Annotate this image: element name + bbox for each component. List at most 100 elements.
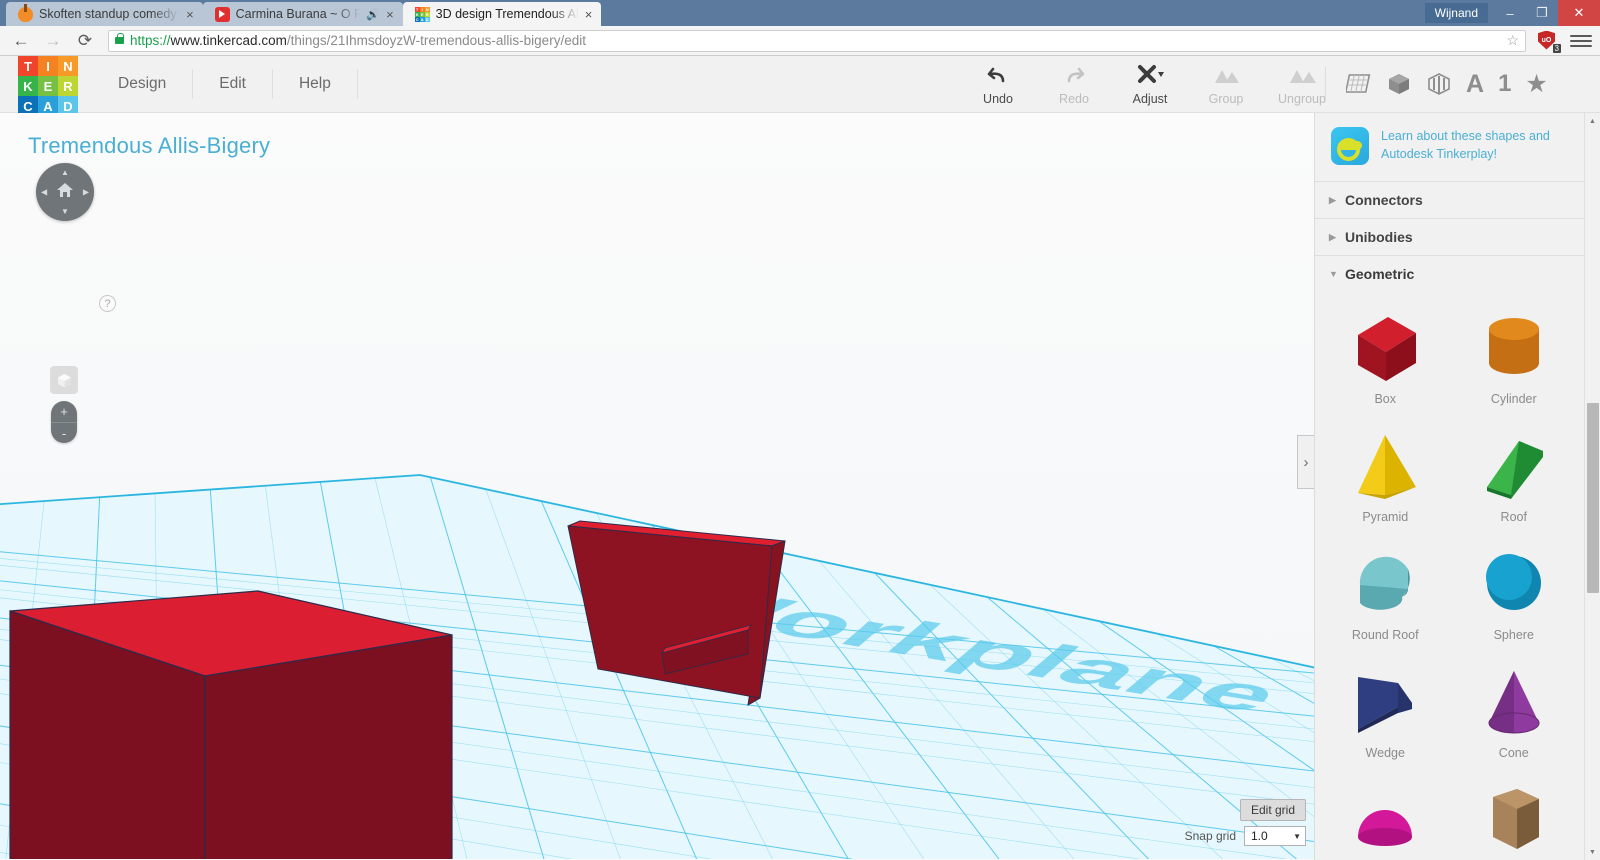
group-icon — [1211, 62, 1241, 88]
back-icon[interactable]: ← — [8, 28, 34, 54]
pan-up-arrow-icon[interactable]: ▲ — [61, 168, 69, 177]
section-geometric[interactable]: ▼ Geometric — [1315, 256, 1584, 288]
3d-scene[interactable]: Workplane — [0, 113, 1314, 859]
undo-button[interactable]: Undo — [960, 62, 1036, 106]
tinkercad-favicon-icon: TIN KER CAD — [414, 6, 430, 22]
design-title[interactable]: Tremendous Allis-Bigery — [28, 133, 270, 159]
menu-item-help[interactable]: Help — [273, 69, 358, 99]
sphere-shape-icon — [1450, 542, 1579, 626]
shape-label: Cylinder — [1490, 392, 1537, 406]
ublock-extension-icon[interactable]: uO 3 — [1538, 30, 1561, 53]
tab-title: Skoften standup comedy: — [39, 7, 181, 21]
dome-shape-icon — [1321, 778, 1450, 860]
shape-item-wedge[interactable]: Wedge — [1321, 646, 1450, 764]
text-a-icon[interactable]: A — [1466, 70, 1484, 99]
tinkercad-header: T I N K E R C A D Design Edit Help Undo … — [0, 56, 1600, 116]
tinkerplay-promo-text[interactable]: Learn about these shapes and Autodesk Ti… — [1381, 127, 1570, 163]
shape-item-cone[interactable]: Cone — [1450, 646, 1579, 764]
shape-item-sphere[interactable]: Sphere — [1450, 528, 1579, 646]
browser-tab-1[interactable]: Skoften standup comedy: × — [6, 2, 203, 26]
undo-icon — [986, 62, 1010, 88]
pan-down-arrow-icon[interactable]: ▼ — [61, 207, 69, 216]
edit-grid-button[interactable]: Edit grid — [1239, 799, 1306, 821]
shape-item-hex-prism[interactable]: Hex Prism — [1450, 764, 1579, 860]
zoom-in-button[interactable]: + — [51, 401, 77, 422]
pan-right-arrow-icon[interactable]: ▶ — [83, 188, 89, 197]
number-1-icon[interactable]: 1 — [1498, 70, 1511, 98]
shape-item-box[interactable]: Box — [1321, 292, 1450, 410]
logo-tile: E — [38, 76, 58, 96]
chevron-right-icon: ▶ — [1329, 195, 1336, 205]
browser-tab-3-active[interactable]: TIN KER CAD 3D design Tremendous Al × — [402, 2, 602, 26]
browser-tab-2[interactable]: Carmina Burana ~ O F 🔊 × — [202, 2, 403, 26]
section-label: Connectors — [1345, 192, 1423, 208]
app-body: Workplane Tremendous Allis-Bigery ▲ ▼ ◀ … — [0, 113, 1600, 860]
shape-label: Roof — [1500, 510, 1527, 524]
address-bar[interactable]: https://www.tinkercad.com/things/21Ihmsd… — [108, 29, 1526, 52]
help-button[interactable]: ? — [99, 295, 116, 312]
redo-label: Redo — [1059, 92, 1089, 106]
pyramid-shape-icon — [1321, 424, 1450, 508]
adjust-button[interactable]: Adjust — [1112, 62, 1188, 106]
fit-view-button[interactable] — [50, 366, 78, 394]
browser-window: Skoften standup comedy: × Carmina Burana… — [0, 0, 1600, 860]
logo-tile: K — [18, 76, 38, 96]
section-unibodies[interactable]: ▶ Unibodies — [1315, 219, 1584, 256]
panel-collapse-toggle[interactable]: › — [1297, 435, 1314, 489]
shape-label: Pyramid — [1362, 510, 1409, 524]
tab-audio-icon[interactable]: 🔊 — [366, 8, 380, 21]
striped-cube-icon[interactable] — [1426, 71, 1452, 97]
window-restore-button[interactable]: ❐ — [1526, 0, 1558, 26]
logo-tile: N — [58, 56, 78, 76]
menu-item-design[interactable]: Design — [104, 69, 194, 99]
round-roof-shape-icon — [1321, 542, 1450, 626]
cube-icon — [57, 373, 71, 387]
window-minimize-button[interactable]: – — [1494, 0, 1526, 26]
shapes-panel-scrollbar[interactable]: ▲ ▼ — [1584, 113, 1600, 860]
forward-icon[interactable]: → — [40, 28, 66, 54]
box-object[interactable] — [8, 590, 453, 859]
redo-button[interactable]: Redo — [1036, 62, 1112, 106]
shape-label: Sphere — [1493, 628, 1534, 642]
tab-close-button[interactable]: × — [386, 8, 394, 21]
pan-left-arrow-icon[interactable]: ◀ — [41, 188, 47, 197]
group-button[interactable]: Group — [1188, 62, 1264, 106]
redo-icon — [1062, 62, 1086, 88]
shape-item-pyramid[interactable]: Pyramid — [1321, 410, 1450, 528]
bookmark-star-icon[interactable]: ☆ — [1506, 32, 1519, 49]
scrollbar-thumb[interactable] — [1587, 403, 1599, 593]
grid-icon[interactable] — [1346, 72, 1372, 96]
menu-item-edit[interactable]: Edit — [193, 69, 273, 99]
user-profile-chip[interactable]: Wijnand — [1424, 3, 1488, 23]
scroll-up-arrow-icon[interactable]: ▲ — [1585, 113, 1600, 129]
address-bar-url: https://www.tinkercad.com/things/21Ihmsd… — [130, 33, 586, 48]
snap-grid-select[interactable]: 1.0 ▼ — [1244, 826, 1306, 846]
shape-item-roof[interactable]: Roof — [1450, 410, 1579, 528]
browser-titlebar: Skoften standup comedy: × Carmina Burana… — [0, 0, 1600, 26]
hex-prism-shape-icon — [1450, 778, 1579, 860]
adjust-label: Adjust — [1132, 92, 1168, 106]
app-menu: Design Edit Help — [104, 69, 358, 99]
shape-item-round-roof[interactable]: Round Roof — [1321, 528, 1450, 646]
shape-item-cylinder[interactable]: Cylinder — [1450, 292, 1579, 410]
scroll-down-arrow-icon[interactable]: ▼ — [1585, 844, 1600, 860]
home-view-icon[interactable] — [56, 182, 74, 202]
section-connectors[interactable]: ▶ Connectors — [1315, 182, 1584, 219]
tinkerplay-promo[interactable]: Learn about these shapes and Autodesk Ti… — [1315, 113, 1584, 182]
solid-cube-icon[interactable] — [1386, 71, 1412, 97]
box-shape-icon — [1321, 306, 1450, 390]
star-icon[interactable]: ★ — [1525, 69, 1547, 99]
cone-shape-icon — [1450, 660, 1579, 744]
tab-close-button[interactable]: × — [186, 8, 194, 21]
browser-menu-icon[interactable] — [1570, 34, 1592, 47]
wedge-shape-icon — [1321, 660, 1450, 744]
tinkercad-logo[interactable]: T I N K E R C A D — [18, 56, 78, 116]
shape-item-dome[interactable]: Dome — [1321, 764, 1450, 860]
shape-category-icons: A 1 ★ — [1325, 67, 1548, 101]
3d-viewport[interactable]: Workplane Tremendous Allis-Bigery ▲ ▼ ◀ … — [0, 113, 1314, 860]
window-close-button[interactable]: ✕ — [1558, 0, 1600, 26]
view-navigation-pad[interactable]: ▲ ▼ ◀ ▶ — [36, 163, 94, 221]
zoom-controls: + - — [51, 401, 77, 443]
tab-close-button[interactable]: × — [585, 8, 593, 21]
reload-icon[interactable]: ⟳ — [72, 28, 98, 54]
